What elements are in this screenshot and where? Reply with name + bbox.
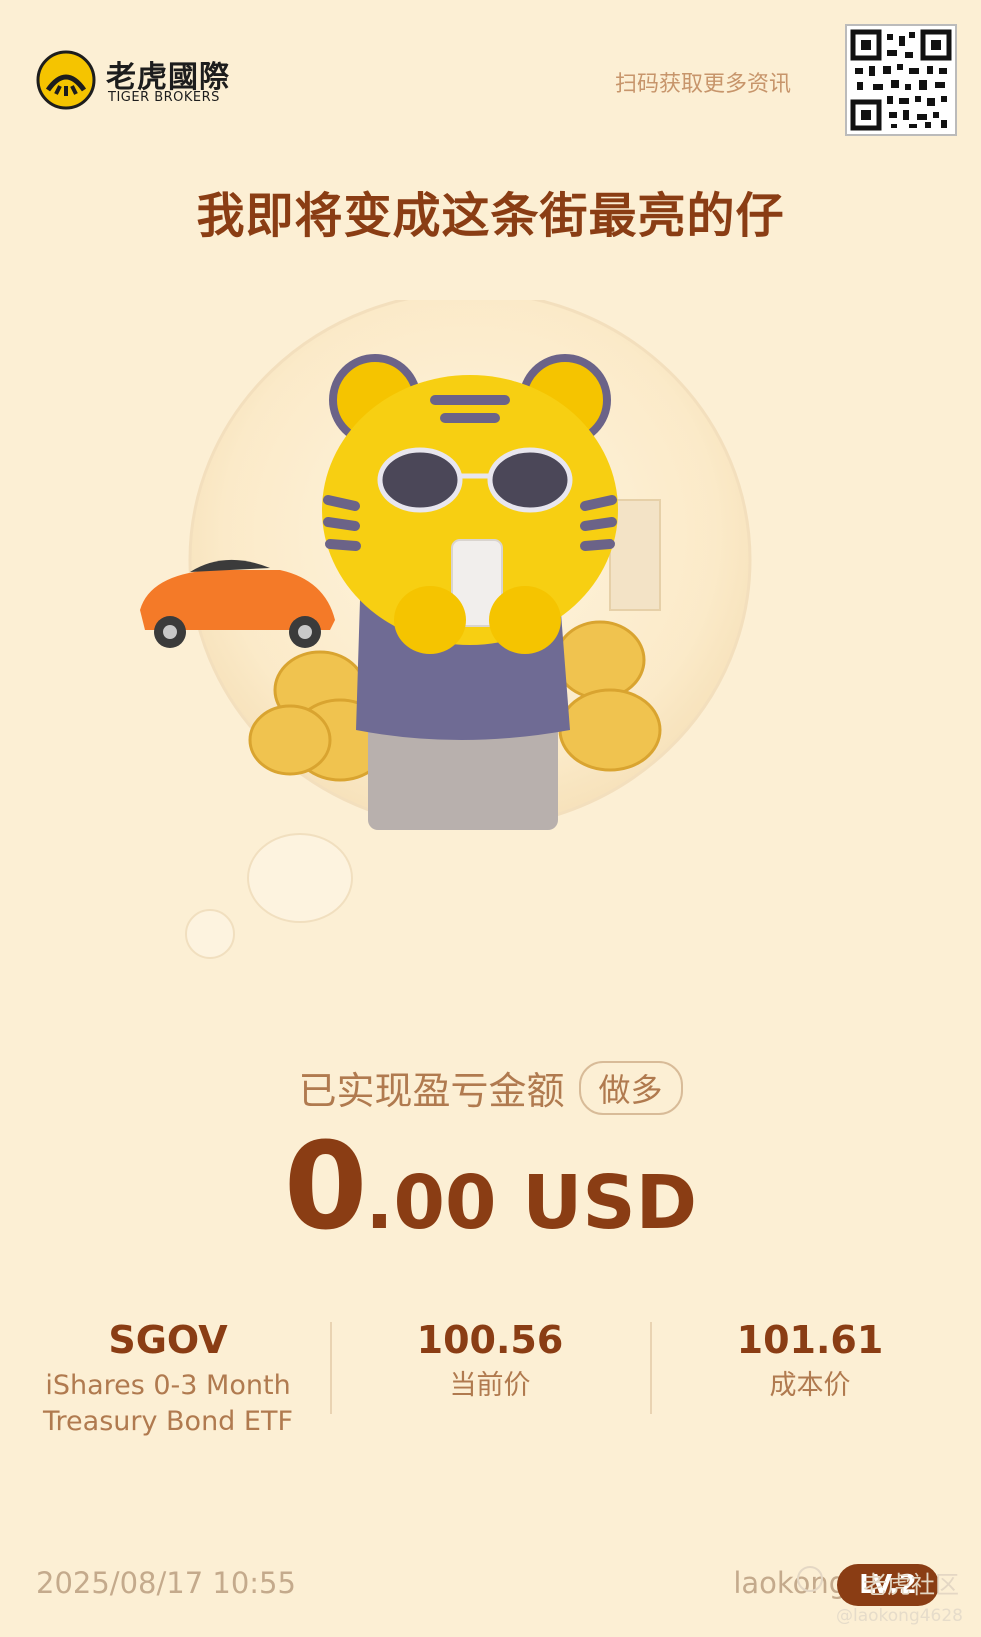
ticker-symbol: SGOV: [108, 1318, 228, 1362]
position-tag: 做多: [578, 1060, 683, 1115]
tiger-logo-icon: [36, 50, 96, 110]
scan-prompt: 扫码获取更多资讯: [614, 72, 791, 97]
ticker-name-line1: iShares 0-3 Month: [45, 1370, 291, 1401]
watermark-handle: @laokong4628: [835, 1606, 963, 1626]
tiger-mascot-illustration: [130, 290, 790, 1000]
stats-row: SGOV iShares 0-3 Month Treasury Bond ETF…: [0, 1318, 981, 1458]
pnl-value: 0.00 USD: [0, 1118, 981, 1257]
watermark-text: 老虎社区: [863, 1571, 959, 1599]
headline: 我即将变成这条街最亮的仔: [196, 188, 785, 244]
current-price-value: 100.56: [416, 1318, 564, 1362]
pnl-value-decimal: .00 USD: [365, 1160, 698, 1246]
pnl-value-integer: 0: [283, 1118, 367, 1257]
stat-ticker: SGOV iShares 0-3 Month Treasury Bond ETF: [8, 1318, 328, 1440]
stat-divider: [650, 1322, 652, 1414]
pnl-label: 已实现盈亏金额: [298, 1069, 565, 1113]
current-price-label: 当前价: [449, 1370, 531, 1401]
watermark-icon: [797, 1566, 823, 1592]
share-date: 2025/08/17 10:55: [36, 1566, 296, 1600]
stat-divider: [330, 1322, 332, 1414]
cost-price-value: 101.61: [736, 1318, 884, 1362]
cost-price-label: 成本价: [769, 1370, 851, 1401]
brand-name-en: TIGER BROKERS: [108, 90, 220, 105]
pnl-label-row: 已实现盈亏金额 做多: [0, 1060, 981, 1115]
qr-code[interactable]: [845, 24, 957, 136]
stat-current-price: 100.56 当前价: [330, 1318, 650, 1404]
ticker-name-line2: Treasury Bond ETF: [43, 1406, 293, 1437]
stat-cost-price: 101.61 成本价: [650, 1318, 970, 1404]
